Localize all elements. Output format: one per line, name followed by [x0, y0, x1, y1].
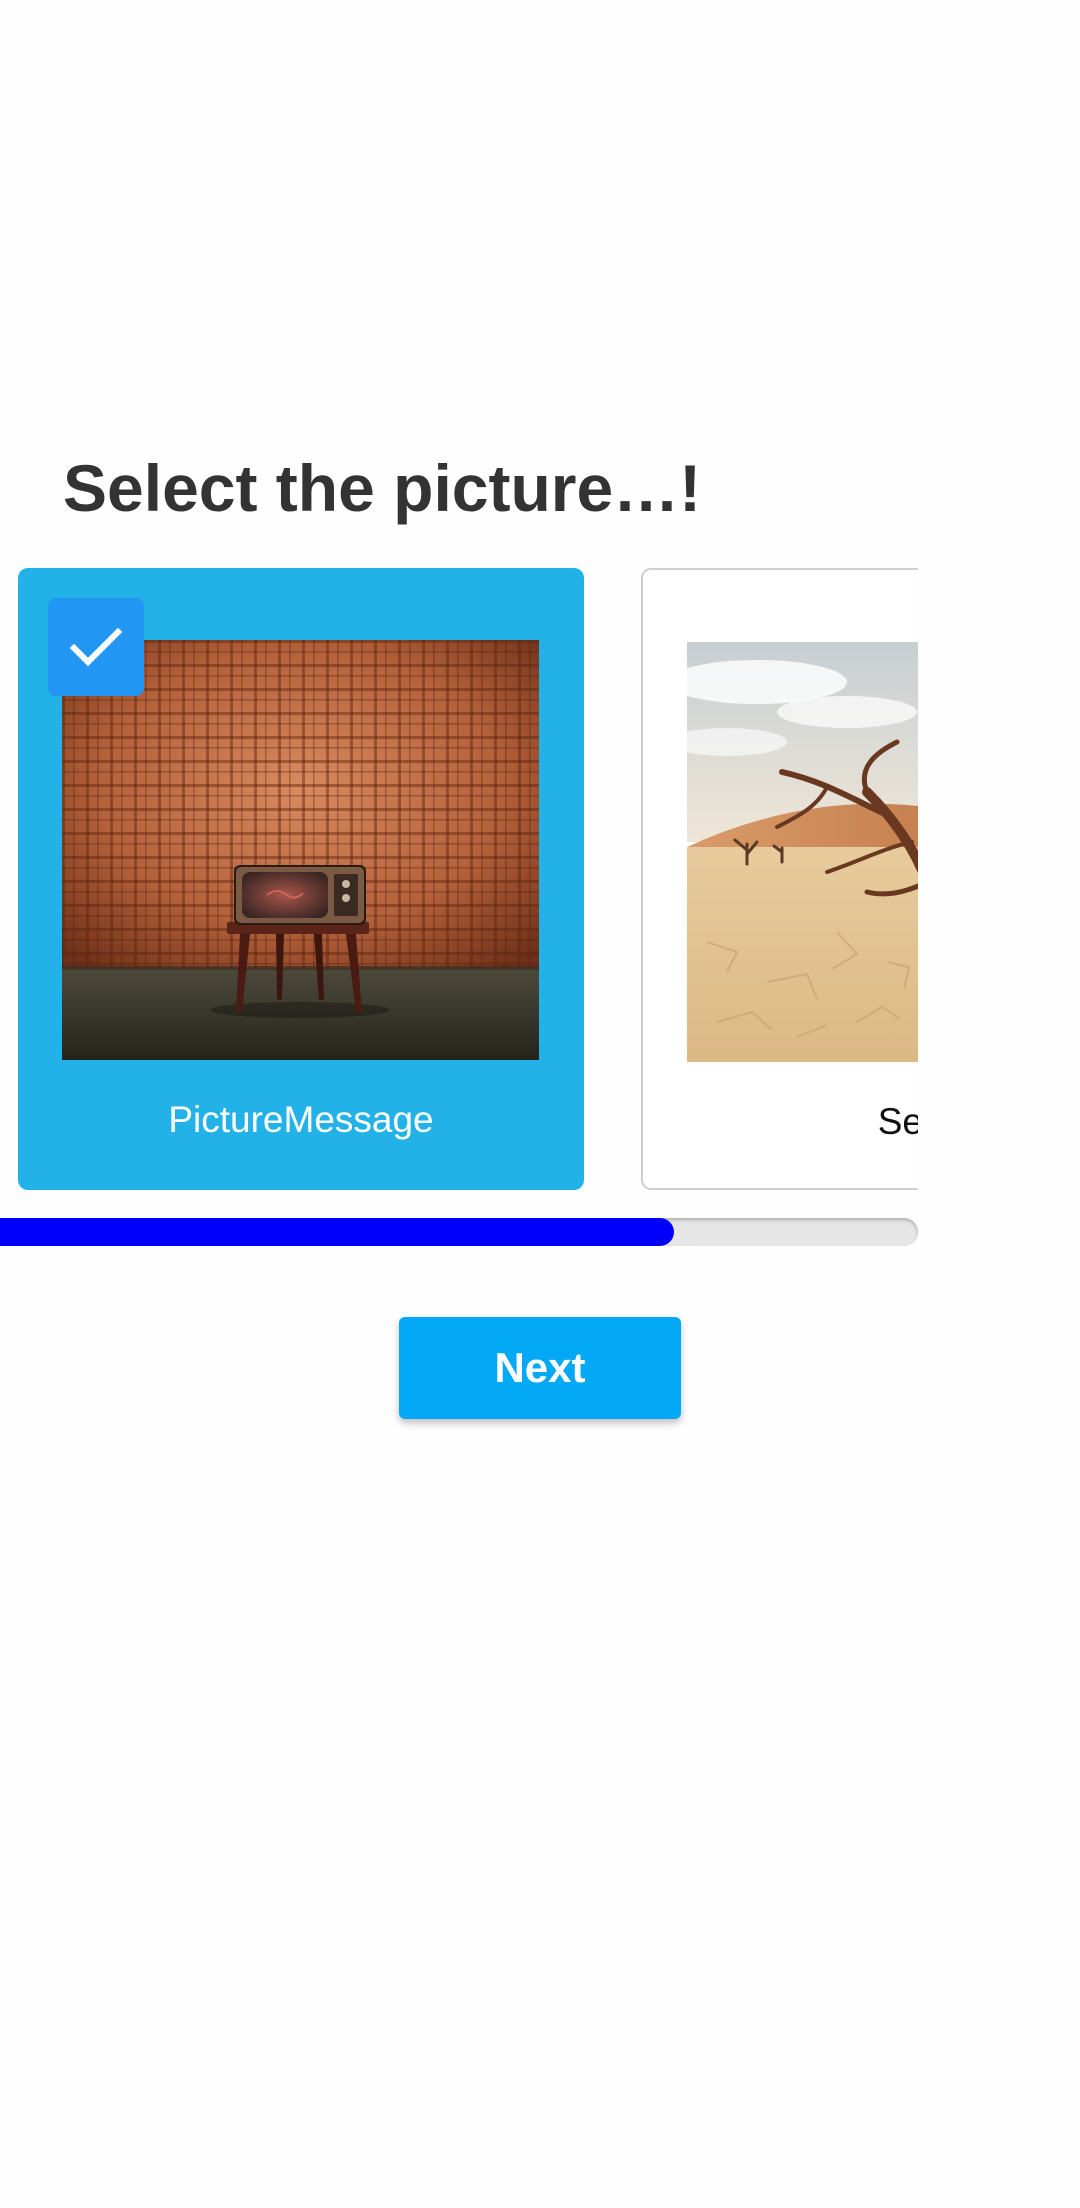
- picture-card-desert[interactable]: Selec: [641, 568, 918, 1190]
- page-title: Select the picture…!: [63, 451, 702, 525]
- selected-checkbox[interactable]: [48, 598, 144, 696]
- check-icon: [70, 627, 122, 667]
- picture-carousel[interactable]: PictureMessage S: [0, 560, 918, 1260]
- tv-picture: [62, 640, 539, 1060]
- progress-bar-fill: [0, 1218, 675, 1246]
- next-button[interactable]: Next: [399, 1317, 681, 1419]
- picture-card-label: PictureMessage: [168, 1099, 434, 1140]
- picture-card-label: Selec: [877, 1101, 918, 1142]
- desert-picture: [687, 642, 918, 1062]
- picture-card-tv[interactable]: PictureMessage: [18, 568, 584, 1190]
- progress-bar: [0, 1218, 918, 1246]
